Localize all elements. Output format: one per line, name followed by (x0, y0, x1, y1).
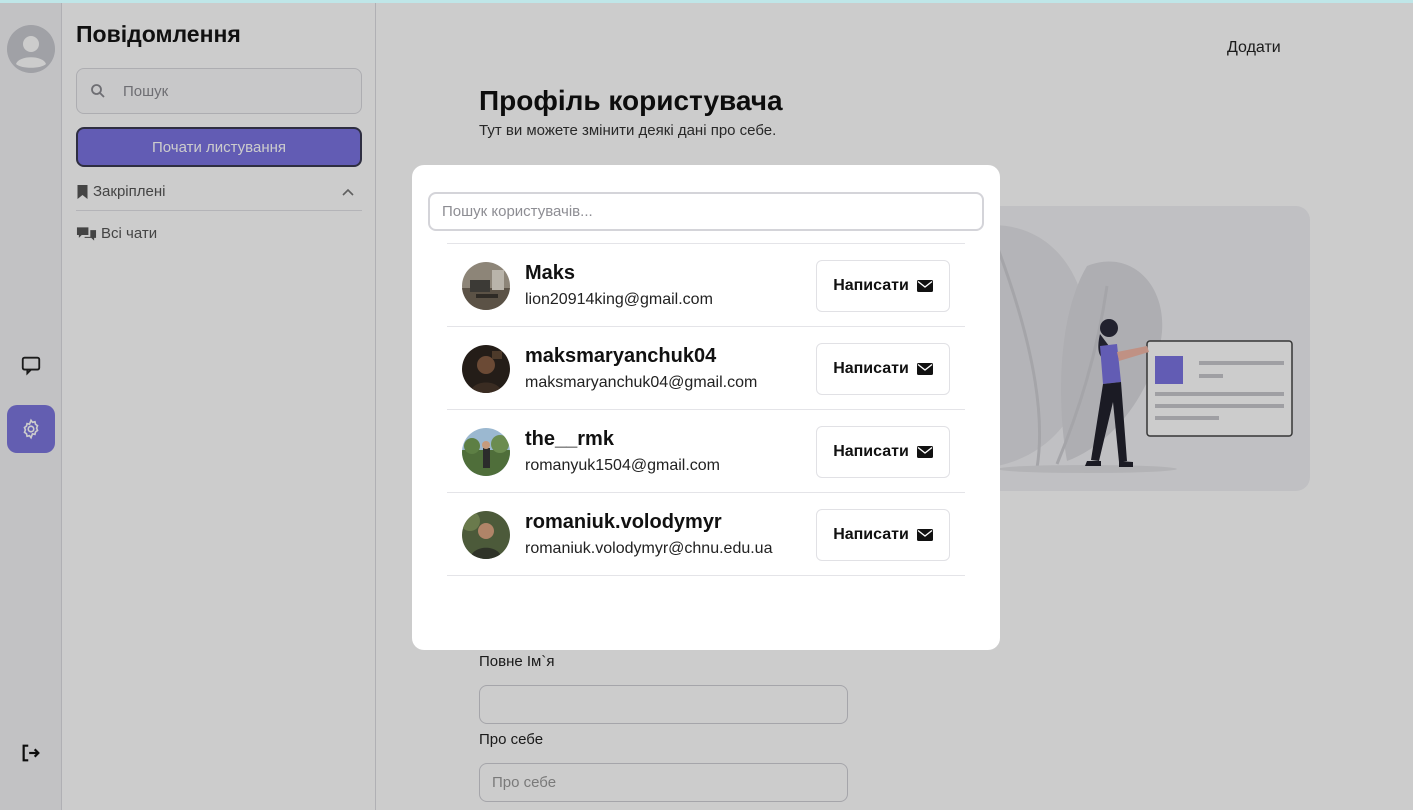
user-list: Maks lion20914king@gmail.com Написати ma… (447, 243, 965, 576)
user-name: romaniuk.volodymyr (525, 511, 722, 533)
envelope-icon (916, 529, 933, 541)
list-item: maksmaryanchuk04 maksmaryanchuk04@gmail.… (447, 327, 965, 410)
write-button-label: Написати (833, 526, 909, 543)
envelope-icon (916, 363, 933, 375)
user-email: romanyuk1504@gmail.com (525, 457, 720, 474)
user-name: maksmaryanchuk04 (525, 345, 717, 367)
write-button[interactable]: Написати (816, 260, 950, 312)
avatar[interactable] (462, 428, 510, 476)
user-email: romaniuk.volodymyr@chnu.edu.ua (525, 540, 773, 557)
write-button-label: Написати (833, 277, 909, 294)
list-item: the__rmk romanyuk1504@gmail.com Написати (447, 410, 965, 493)
user-name: Maks (525, 262, 576, 284)
write-button[interactable]: Написати (816, 509, 950, 561)
user-search-modal: Maks lion20914king@gmail.com Написати ma… (412, 165, 1000, 650)
avatar[interactable] (462, 345, 510, 393)
write-button[interactable]: Написати (816, 426, 950, 478)
write-button-label: Написати (833, 360, 909, 377)
user-email: lion20914king@gmail.com (525, 291, 713, 308)
envelope-icon (916, 280, 933, 292)
user-name: the__rmk (525, 428, 614, 450)
write-button[interactable]: Написати (816, 343, 950, 395)
list-item: Maks lion20914king@gmail.com Написати (447, 244, 965, 327)
write-button-label: Написати (833, 443, 909, 460)
user-search-input[interactable] (428, 192, 984, 231)
list-item: romaniuk.volodymyr romaniuk.volodymyr@ch… (447, 493, 965, 576)
avatar[interactable] (462, 511, 510, 559)
user-email: maksmaryanchuk04@gmail.com (525, 374, 758, 391)
avatar[interactable] (462, 262, 510, 310)
envelope-icon (916, 446, 933, 458)
